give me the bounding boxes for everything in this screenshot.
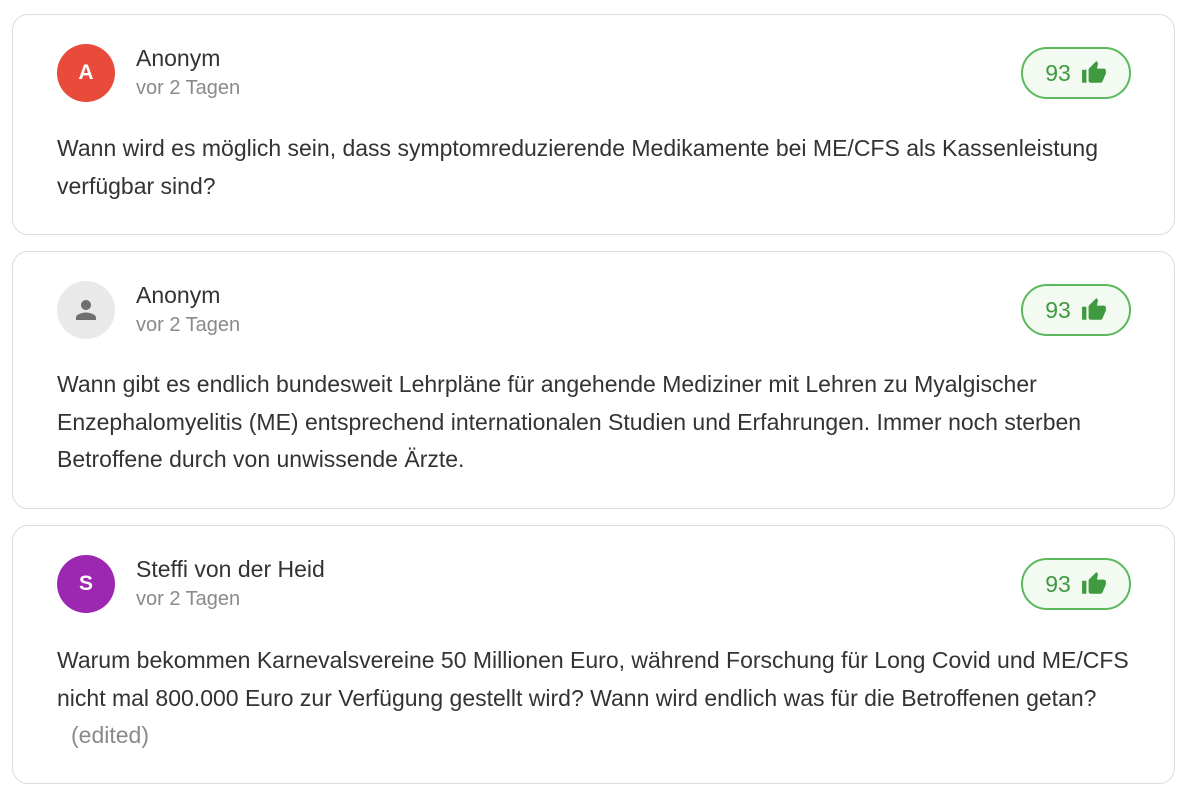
comment-card: Anonym vor 2 Tagen 93 Wann gibt es endli… — [12, 251, 1175, 509]
avatar: S — [57, 555, 115, 613]
comment-text: Warum bekommen Karnevalsvereine 50 Milli… — [57, 642, 1130, 755]
person-icon — [71, 295, 101, 325]
upvote-button[interactable]: 93 — [1021, 47, 1131, 99]
comment-author: Steffi von der Heid — [136, 556, 325, 582]
thumbs-up-icon — [1081, 297, 1107, 323]
vote-count: 93 — [1045, 296, 1071, 323]
comment-text: Wann wird es möglich sein, dass symptomr… — [57, 130, 1130, 205]
upvote-button[interactable]: 93 — [1021, 558, 1131, 610]
avatar: A — [57, 44, 115, 102]
avatar — [57, 281, 115, 339]
upvote-button[interactable]: 93 — [1021, 284, 1131, 336]
comment-text: Wann gibt es endlich bundesweit Lehrplän… — [57, 366, 1130, 479]
avatar-letter: A — [78, 61, 94, 84]
comment-timestamp: vor 2 Tagen — [136, 77, 241, 99]
comment-card: S Steffi von der Heid vor 2 Tagen 93 War… — [12, 525, 1175, 784]
comment-body: Wann gibt es endlich bundesweit Lehrplän… — [57, 371, 1082, 472]
comment-body: Warum bekommen Karnevalsvereine 50 Milli… — [57, 647, 1129, 711]
comment-author: Anonym — [136, 45, 221, 71]
thumbs-up-icon — [1081, 571, 1107, 597]
vote-count: 93 — [1045, 570, 1071, 597]
comment-timestamp: vor 2 Tagen — [136, 314, 241, 336]
comment-timestamp: vor 2 Tagen — [136, 588, 241, 610]
avatar-letter: S — [78, 572, 93, 595]
edited-label: (edited) — [71, 722, 149, 748]
vote-count: 93 — [1045, 59, 1071, 86]
comment-author: Anonym — [136, 282, 221, 308]
comment-card: A Anonym vor 2 Tagen 93 Wann wird es mög… — [12, 14, 1175, 235]
thumbs-up-icon — [1081, 60, 1107, 86]
comment-body: Wann wird es möglich sein, dass symptomr… — [57, 135, 1098, 199]
